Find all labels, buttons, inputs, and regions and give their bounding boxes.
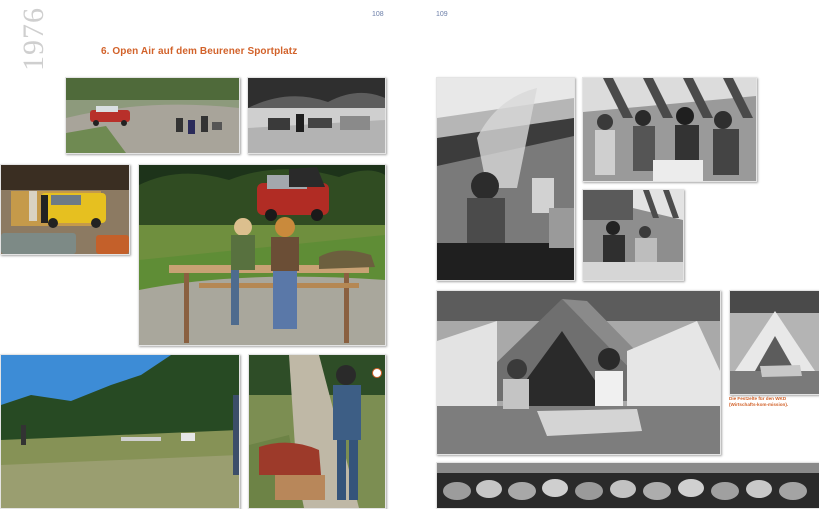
book-spread: 1976 108 109 6. Open Air auf dem Beurene… bbox=[0, 0, 819, 509]
year-label: 1976 bbox=[17, 7, 50, 71]
section-title: 6. Open Air auf dem Beurener Sportplatz bbox=[101, 46, 298, 57]
photo-yellow-car-people bbox=[0, 164, 130, 255]
photo-caption: Die Festzelte für den WKD (Wirtschafts-k… bbox=[729, 396, 789, 407]
page-marker-circle bbox=[372, 368, 382, 378]
photo-motorbikes-bw bbox=[247, 77, 386, 154]
photo-parking-lot-cars bbox=[65, 77, 240, 154]
photo-bw-grill-smoke bbox=[436, 77, 575, 281]
page-number-left: 108 bbox=[372, 11, 384, 18]
photo-girls-at-bench bbox=[138, 164, 386, 346]
photo-hippie-path bbox=[248, 354, 386, 509]
page-number-right: 109 bbox=[436, 11, 448, 18]
photo-field-landscape bbox=[0, 354, 240, 509]
photo-bw-grill-food bbox=[436, 462, 819, 509]
photo-bw-small-tent bbox=[729, 290, 819, 395]
photo-bw-tent-people bbox=[436, 290, 721, 455]
photo-bw-table-people bbox=[582, 189, 684, 281]
photo-bw-stand-crowd bbox=[582, 77, 757, 182]
